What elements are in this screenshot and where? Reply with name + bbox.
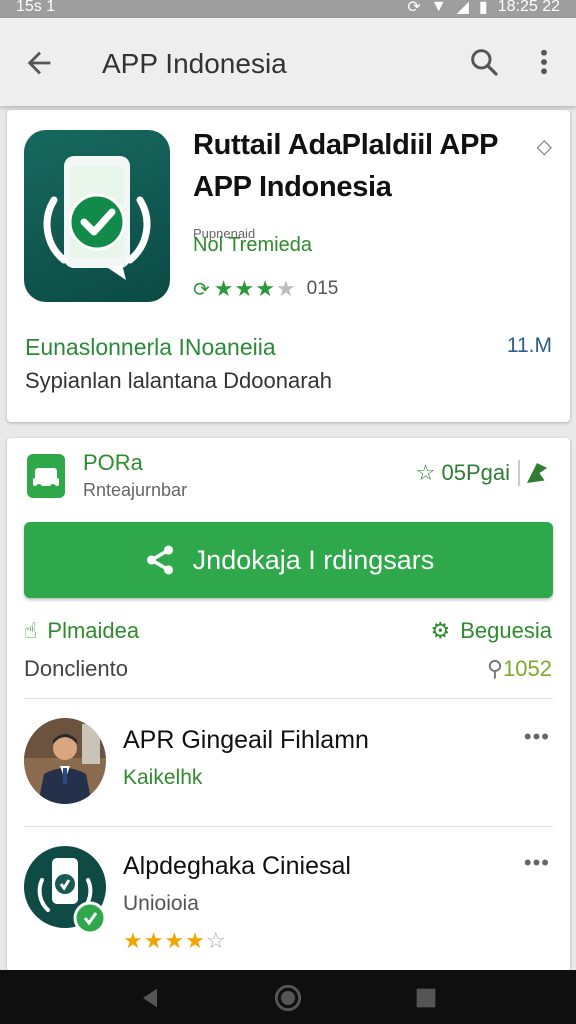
back-arrow-icon[interactable] [22,46,56,80]
star-rating: ★★★★ [213,276,297,301]
list-item-name: Alpdeghaka Ciniesal [123,852,351,880]
status-time: 15s 1 [16,0,56,15]
share-icon [146,545,173,575]
divider [24,698,553,699]
code-value-text: 1052 [503,656,552,681]
pay-label: 05Pgai [441,460,510,485]
app-icon [24,130,170,302]
code-value: ⚲1052 [486,656,552,681]
signal-icon: ◢ [456,0,469,16]
pay-info[interactable]: ☆ 05Pgai [416,460,510,486]
rating-row: ⟳ ★★★★ 015 [193,276,338,302]
install-card: PORa Rnteajurnbar ☆ 05Pgai Jndokaja I rd… [7,438,570,972]
more-vert-icon[interactable] [534,46,554,78]
list-item-subtitle: Kaikelhk [123,766,203,789]
download-count: 11.M [506,334,552,357]
battery-icon: ▮ [478,0,488,16]
avatar [24,718,106,804]
install-button[interactable]: Jndokaja I rdingsars [24,522,553,598]
lightning-icon: ☆ [415,460,436,485]
divider-vertical [518,460,520,486]
app-title: Ruttail AdaPlaldiil APP APP Indonesia [193,129,498,203]
list-item[interactable]: APR Gingeail Fihlamn Kaikelhk ••• [7,718,570,838]
app-description: Sypianlan lalantana Ddoonarah [25,368,333,393]
status-bar: 15s 1 ⟳ ▼ ◢ ▮ 18:25 22 [0,0,576,18]
rating-count: 015 [306,278,339,299]
diamond-icon[interactable]: ◇ [537,134,552,159]
app-avatar [24,844,107,935]
section-title: PORa [83,450,143,475]
nav-home-icon[interactable] [274,984,302,1012]
section-subtitle: Rnteajurnbar [83,480,188,500]
phone-check-icon [43,156,151,280]
list-item[interactable]: Alpdeghaka Ciniesal Unioioia ★★★★☆ ••• [7,844,570,964]
wifi-icon: ▼ [430,0,447,15]
permissions-label: Plmaidea [47,618,140,643]
sync-icon: ⟳ [407,0,421,16]
status-clock: 18:25 22 [497,0,560,15]
search-icon[interactable] [468,46,500,78]
divider [24,826,553,827]
permissions-link[interactable]: ☝ Plmaidea [24,618,139,644]
app-info-card: Ruttail AdaPlaldiil APP APP Indonesia ◇ … [7,110,570,422]
refresh-icon: ⟳ [193,278,210,301]
flag-icon[interactable] [522,458,552,488]
registration-label: Beguesia [460,618,552,643]
more-horiz-icon[interactable]: ••• [524,724,550,750]
list-item-name: APR Gingeail Fihlamn [123,726,369,754]
gear-icon: ⚙ [430,618,451,643]
developer-name[interactable]: Nol Tremieda [193,234,312,257]
status-icons: ⟳ ▼ ◢ ▮ 18:25 22 [407,0,560,17]
registration-link[interactable]: ⚙ Beguesia [431,618,552,644]
thumb-icon: ☝ [24,618,38,643]
list-item-subtitle: Unioioia [123,892,199,915]
nav-recents-icon[interactable] [412,984,440,1012]
install-button-label: Jndokaja I rdingsars [192,544,435,575]
nav-back-icon[interactable] [136,984,164,1012]
top-app-bar: APP Indonesia [0,18,576,106]
star-rating: ★★★★☆ [123,928,227,953]
page-title: APP Indonesia [102,48,287,79]
publisher-name[interactable]: Eunaslonnerla INoaneiia [25,334,276,361]
navigation-bar [0,970,576,1024]
document-label: Doncliento [24,656,128,681]
car-app-icon [27,454,65,498]
more-horiz-icon[interactable]: ••• [524,850,550,876]
